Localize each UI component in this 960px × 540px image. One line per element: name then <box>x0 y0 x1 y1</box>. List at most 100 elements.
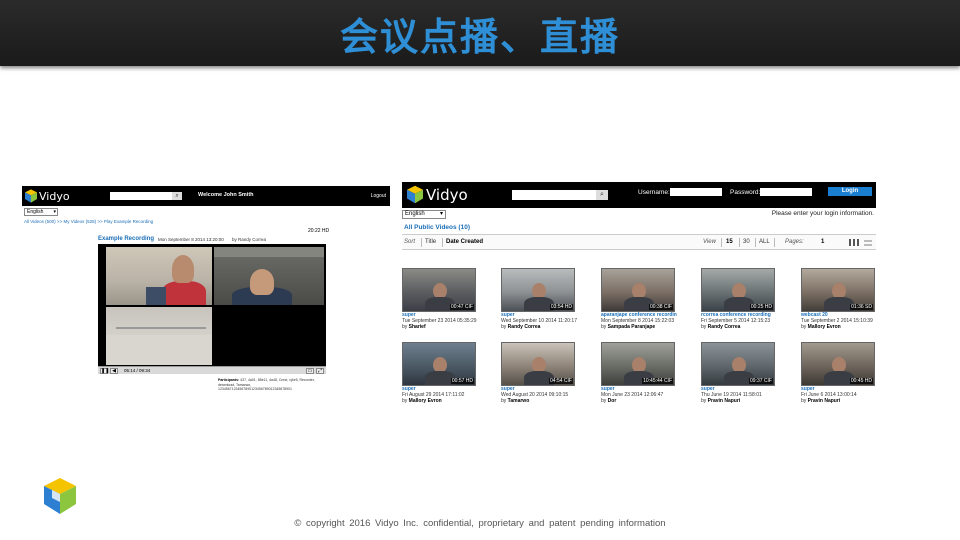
video-author: by Pravin Napuri <box>701 398 741 404</box>
brand-name: Vidyo <box>426 185 468 204</box>
video-thumbnail[interactable]: 04:54 CIF <box>501 342 575 386</box>
video-thumbnail[interactable]: 00:57 HD <box>402 342 476 386</box>
language-select[interactable]: English <box>402 210 446 219</box>
password-field[interactable] <box>760 188 812 196</box>
view-15[interactable]: 15 <box>726 239 733 245</box>
slide: 会议点播、直播 Vidyo ⌕ Welcome John Smith Logou… <box>0 0 960 540</box>
welcome-text: Welcome John Smith <box>198 192 254 198</box>
pause-icon[interactable]: ❚❚ <box>100 368 109 374</box>
video-thumbnail[interactable]: 10:45:44 CIF <box>601 342 675 386</box>
gallery-screenshot: Vidyo ⌕ Username: Password: Login Englis… <box>400 180 877 404</box>
recording-date: Mon September 8 2014 13:20:00 <box>158 237 224 242</box>
recording-author: by Randy Correa <box>232 237 267 242</box>
video-author: by Tamarwo <box>501 398 530 404</box>
pages-label: Pages: <box>785 239 804 245</box>
video-card[interactable]: 04:54 CIF super Wed August 20 2014 09:10:1… <box>501 342 577 412</box>
vidyo-logo-icon <box>44 478 76 514</box>
page-number[interactable]: 1 <box>821 239 824 245</box>
vidyo-logo: Vidyo <box>407 185 468 204</box>
video-card[interactable]: 00:47 CIF super Tue September 23 2014 05:3… <box>402 268 478 338</box>
ceiling <box>214 247 324 257</box>
video-card[interactable]: 01:36 SD webcast 20 Tue September 2 2014 1… <box>801 268 877 338</box>
duration-badge: 09:37 CIF <box>749 378 773 384</box>
author-name: Pravin Napuri <box>707 398 741 404</box>
video-feed-1 <box>106 247 212 305</box>
video-card[interactable]: 03:54 HD super Wed September 10 2014 11:20… <box>501 268 577 338</box>
copyright-text: © copyright 2016 Vidyo Inc. confidential… <box>294 518 666 529</box>
vidyo-cube-icon <box>407 185 423 204</box>
video-thumbnail[interactable]: 09:37 CIF <box>701 342 775 386</box>
wall <box>106 335 212 365</box>
username-label: Username: <box>638 189 670 196</box>
username-field[interactable] <box>670 188 722 196</box>
divider <box>421 238 422 247</box>
password-label: Password: <box>730 189 761 196</box>
sort-date-created[interactable]: Date Created <box>446 239 483 245</box>
video-card[interactable]: 09:37 CIF super Thu June 19 2014 11:58:01 b… <box>701 342 777 412</box>
duration-badge: 00:57 HD <box>450 378 474 384</box>
video-author: by Dor <box>601 398 617 404</box>
video-author: by Mallory Evron <box>801 324 841 330</box>
view-all[interactable]: ALL <box>759 239 770 245</box>
title-bar: 会议点播、直播 <box>0 0 960 66</box>
author-name: Mallory Evron <box>408 398 442 404</box>
view-30[interactable]: 30 <box>743 239 750 245</box>
video-thumbnail[interactable]: 00:47 CIF <box>402 268 476 312</box>
login-button[interactable]: Login <box>828 187 872 196</box>
participants-label: Participants: <box>218 378 240 382</box>
author-name: Dor <box>607 398 617 404</box>
video-feed-2 <box>214 247 324 305</box>
video-author: by Sampada Paranjape <box>601 324 656 330</box>
video-card[interactable]: 00:45 HD super Fri June 6 2014 13:00:14 by … <box>801 342 877 412</box>
video-author: by Pravin Napuri <box>801 398 841 404</box>
video-thumbnail[interactable]: 00:38 CIF <box>601 268 675 312</box>
brand-name: Vidyo <box>39 189 70 203</box>
author-name: Sampada Paranjape <box>607 324 656 330</box>
participants-list: Participants: 437, 4a01, 58e11, 4a48, Cr… <box>218 378 324 392</box>
participant-head <box>172 255 194 283</box>
video-card[interactable]: 00:38 CIF aparanjape conference recordin M… <box>601 268 677 338</box>
player-controls: ❚❚ ◀ 05:14 / 09:34 ▭ ⤢ <box>98 366 326 374</box>
video-thumbnail[interactable]: 00:45 HD <box>801 342 875 386</box>
author-name: Pravin Napuri <box>807 398 841 404</box>
playback-time: 05:14 / 09:34 <box>124 368 151 373</box>
chair <box>146 287 166 305</box>
logout-link[interactable]: Logout <box>371 193 386 199</box>
sort-title[interactable]: Title <box>425 239 436 245</box>
shelf <box>116 327 206 329</box>
duration-badge: 10:45:44 CIF <box>642 378 673 384</box>
video-card[interactable]: 00:57 HD super Fri August 29 2014 17:11:02… <box>402 342 478 412</box>
video-card[interactable]: 00:25 HD rcorrea conference recording Fri … <box>701 268 777 338</box>
video-thumbnail[interactable]: 00:25 HD <box>701 268 775 312</box>
vidyo-cube-icon <box>25 189 37 203</box>
login-info: Please enter your login information. <box>771 210 874 217</box>
search-icon[interactable]: ⌕ <box>172 192 182 200</box>
author-name: Mallory Evron <box>807 324 841 330</box>
video-thumbnail[interactable]: 01:36 SD <box>801 268 875 312</box>
fullscreen-icon[interactable]: ⤢ <box>316 368 324 374</box>
duration-badge: 04:54 CIF <box>549 378 573 384</box>
volume-icon[interactable]: ◀ <box>110 368 118 374</box>
video-card[interactable]: 10:45:44 CIF super Mon June 23 2014 12:06:… <box>601 342 677 412</box>
video-player[interactable]: ❚❚ ◀ 05:14 / 09:34 ▭ ⤢ <box>98 244 326 374</box>
search-icon[interactable]: ⌕ <box>596 190 608 200</box>
video-thumbnail[interactable]: 03:54 HD <box>501 268 575 312</box>
duration-badge: 00:47 CIF <box>450 304 474 310</box>
language-select[interactable]: English <box>24 208 58 216</box>
all-public-videos-link[interactable]: All Public Videos (10) <box>404 224 470 231</box>
participant-body <box>162 281 206 305</box>
search-input[interactable] <box>512 190 608 200</box>
playback-screenshot: Vidyo ⌕ Welcome John Smith Logout Englis… <box>22 186 390 392</box>
divider <box>442 238 443 247</box>
breadcrumb[interactable]: All Videos (500) >> My Videos (528) >> P… <box>24 219 153 224</box>
grid-view-icon[interactable] <box>849 239 859 246</box>
chat-icon[interactable]: ▭ <box>306 368 314 374</box>
top-bar: Vidyo ⌕ Welcome John Smith Logout <box>22 186 390 206</box>
participant-head <box>250 269 274 295</box>
divider <box>774 238 775 247</box>
author-name: Randy Correa <box>707 324 741 330</box>
author-name: Randy Correa <box>507 324 541 330</box>
vidyo-logo: Vidyo <box>25 189 70 203</box>
list-view-icon[interactable] <box>864 239 872 246</box>
divider <box>721 238 722 247</box>
